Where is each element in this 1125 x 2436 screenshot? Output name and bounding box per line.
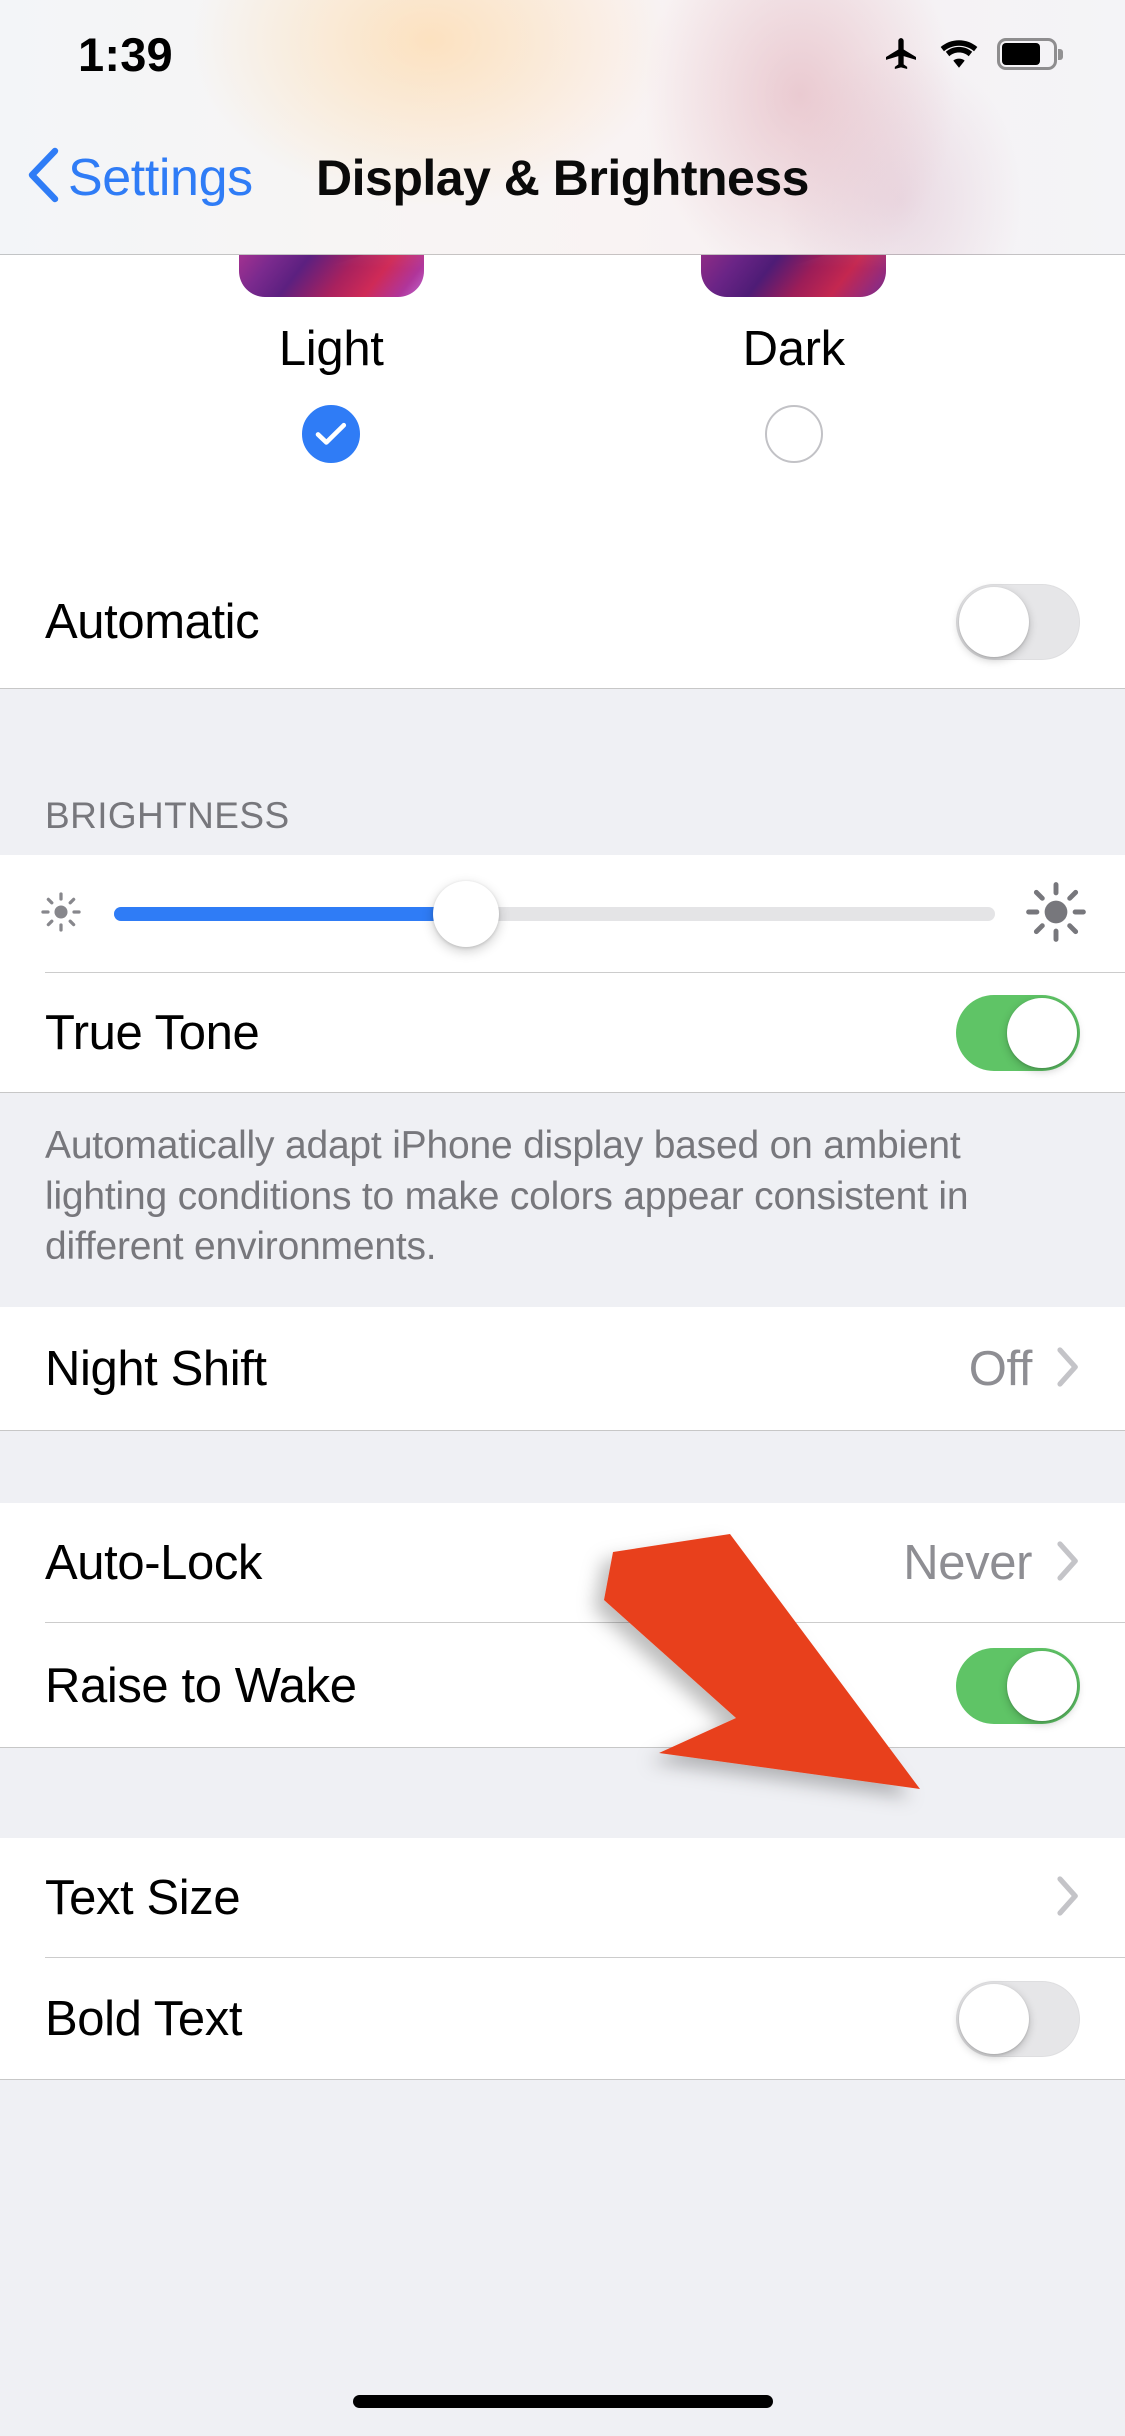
night-shift-divider-bottom (0, 1430, 1125, 1432)
airplane-mode-icon (881, 34, 921, 74)
settings-scroll-view[interactable]: Light Dark Automatic BRIGHTNESS True Ton… (0, 255, 1125, 2436)
row-bold-text[interactable]: Bold Text (0, 1958, 1125, 2081)
appearance-thumbnail-light (238, 255, 424, 297)
automatic-toggle[interactable] (956, 584, 1080, 660)
chevron-right-icon (1056, 1346, 1080, 1393)
spacer-above-lock (0, 1431, 1125, 1504)
raise-to-wake-toggle[interactable] (956, 1647, 1080, 1724)
row-label-true-tone: True Tone (45, 1006, 260, 1060)
row-true-tone[interactable]: True Tone (0, 973, 1125, 1093)
row-raise-to-wake[interactable]: Raise to Wake (0, 1623, 1125, 1749)
row-label-bold-text: Bold Text (45, 1992, 243, 2047)
text-divider-bottom (0, 2079, 1125, 2081)
brightness-slider-fill (114, 907, 467, 921)
top-bar: 1:39 Settings Display & Brightness (0, 0, 1125, 255)
row-label-auto-lock: Auto-Lock (45, 1536, 263, 1591)
appearance-thumbnail-dark (701, 255, 887, 297)
lock-divider-bottom (0, 1747, 1125, 1749)
navigation-bar: Settings Display & Brightness (0, 100, 1125, 255)
status-bar-icons (881, 34, 1063, 74)
group-divider-bottom (0, 688, 1125, 689)
status-bar: 1:39 (0, 0, 1125, 100)
brightness-group: True Tone (0, 855, 1125, 1093)
row-night-shift[interactable]: Night Shift Off (0, 1307, 1125, 1432)
spacer-above-brightness (0, 689, 1125, 733)
sun-small-icon (38, 889, 84, 940)
lock-group: Auto-Lock Never Raise to Wake (0, 1503, 1125, 1749)
bold-text-toggle[interactable] (956, 1981, 1080, 2058)
appearance-label-light: Light (278, 322, 384, 376)
row-brightness-slider[interactable] (0, 855, 1125, 973)
night-shift-value: Off (968, 1342, 1033, 1397)
brightness-slider[interactable] (114, 881, 995, 947)
iphone-screen: 1:39 Settings Display & Brightness Light… (0, 0, 1125, 2436)
spacer-above-text (0, 1748, 1125, 1839)
chevron-right-icon (1056, 1875, 1080, 1922)
battery-icon (997, 38, 1063, 70)
sun-large-icon (1025, 881, 1087, 948)
page-title: Display & Brightness (316, 149, 809, 206)
section-header-brightness: BRIGHTNESS (0, 733, 1125, 855)
row-label-raise-to-wake: Raise to Wake (45, 1658, 357, 1713)
status-bar-time: 1:39 (78, 27, 173, 81)
section-footer-true-tone: Automatically adapt iPhone display based… (0, 1093, 1125, 1308)
appearance-option-dark[interactable]: Dark (664, 255, 924, 555)
home-indicator[interactable] (352, 2395, 773, 2408)
brightness-slider-knob[interactable] (433, 881, 500, 947)
row-label-text-size: Text Size (45, 1871, 241, 1926)
appearance-label-dark: Dark (742, 322, 846, 376)
automatic-group: Automatic (0, 555, 1125, 689)
auto-lock-value: Never (903, 1536, 1032, 1591)
chevron-right-icon (1056, 1540, 1080, 1587)
appearance-option-light[interactable]: Light (201, 255, 461, 555)
brightness-divider-bottom (0, 1092, 1125, 1093)
home-indicator-area (0, 2326, 1125, 2436)
row-label-night-shift: Night Shift (45, 1342, 267, 1397)
text-group: Text Size Bold Text (0, 1838, 1125, 2081)
appearance-radio-light[interactable] (302, 405, 361, 463)
row-auto-lock[interactable]: Auto-Lock Never (0, 1503, 1125, 1624)
row-automatic[interactable]: Automatic (0, 555, 1125, 689)
night-shift-group: Night Shift Off (0, 1307, 1125, 1432)
row-label-automatic: Automatic (45, 595, 260, 649)
appearance-radio-dark[interactable] (764, 405, 823, 463)
appearance-group: Light Dark (0, 255, 1125, 555)
wifi-icon (937, 37, 981, 71)
row-text-size[interactable]: Text Size (0, 1838, 1125, 1959)
true-tone-toggle[interactable] (956, 995, 1080, 1071)
